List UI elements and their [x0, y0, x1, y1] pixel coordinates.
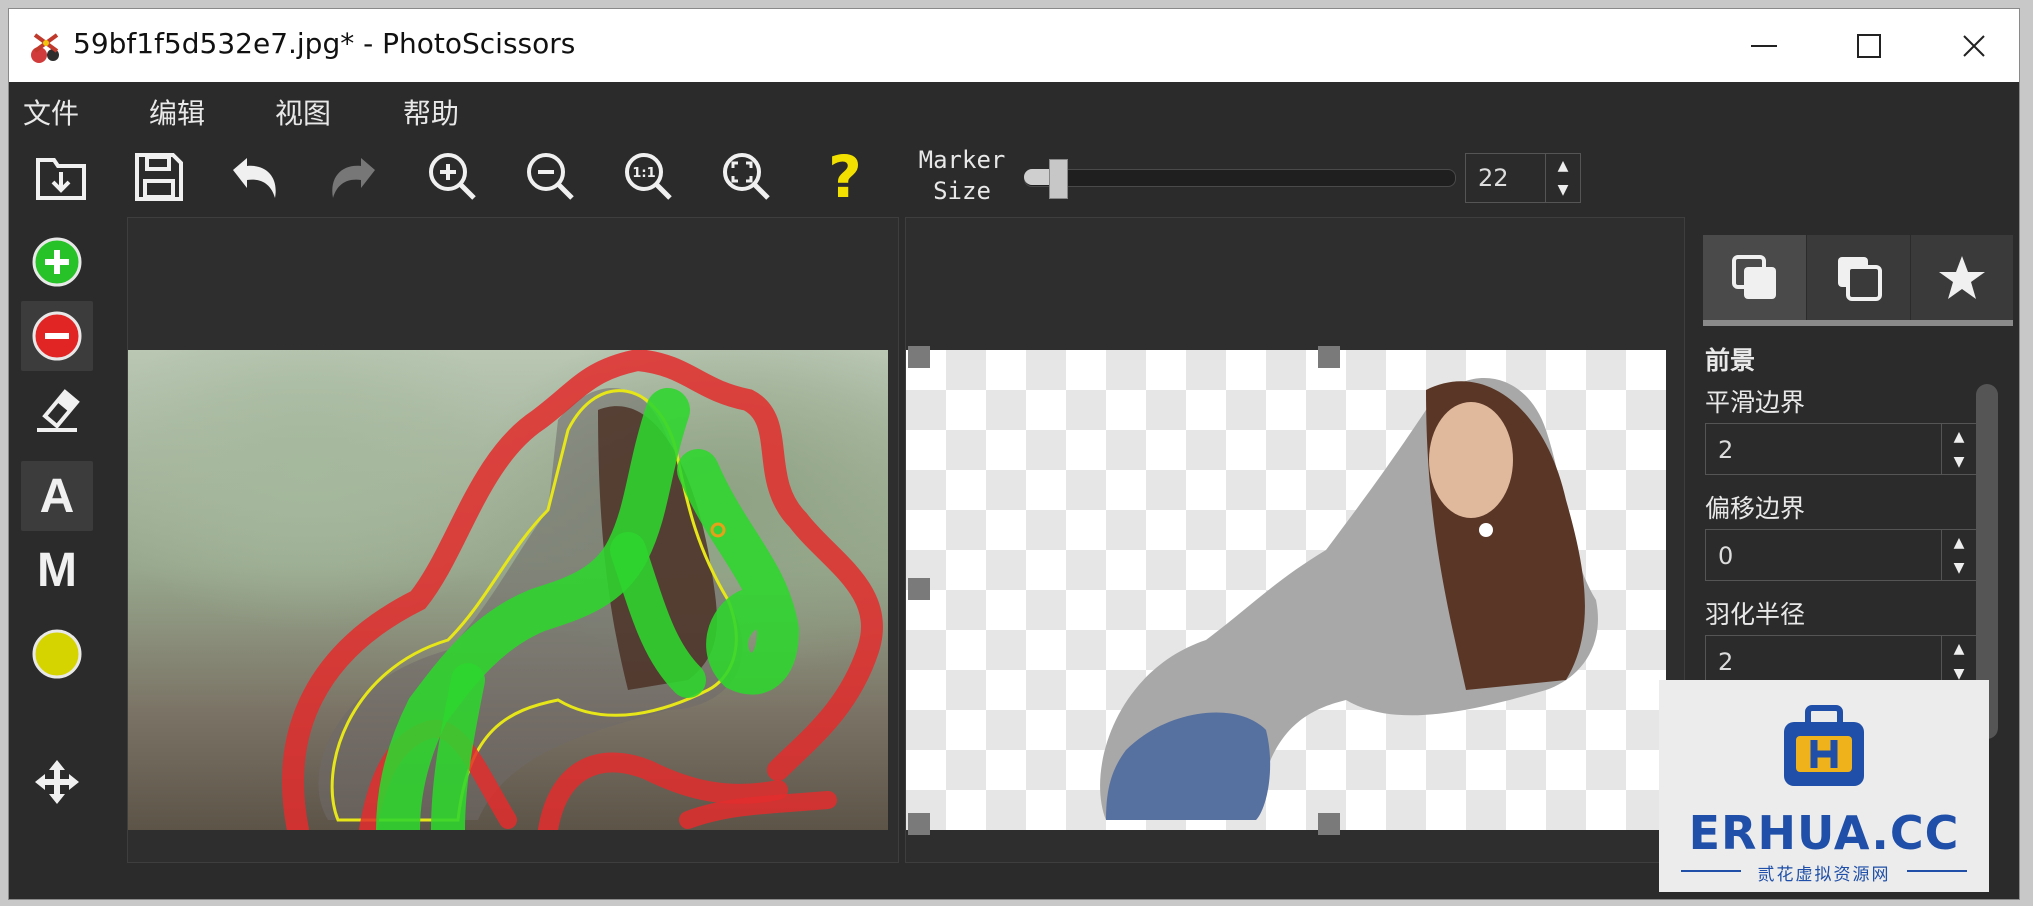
crop-handle-bl[interactable]: [908, 813, 930, 835]
toolbar: 1:1 ? Marker Size 22 ▲ ▼: [9, 137, 2019, 217]
zoom-out-button[interactable]: [519, 145, 583, 209]
zoom-in-icon: [429, 153, 476, 200]
close-button[interactable]: [1919, 9, 2019, 82]
spin-up-icon[interactable]: ▲: [1954, 535, 1965, 551]
marker-size-label: Marker Size: [918, 146, 1006, 205]
marker-color-icon: [32, 629, 82, 679]
background-marker-button[interactable]: [21, 301, 93, 371]
marker-size-slider[interactable]: [1024, 169, 1456, 187]
feather-radius-label: 羽化半径: [1705, 600, 1806, 629]
menu-bar: 文件 编辑 视图 帮助: [9, 82, 2019, 137]
marker-strokes: [282, 350, 883, 830]
maximize-button[interactable]: [1814, 9, 1924, 82]
spin-up-icon[interactable]: ▲: [1954, 641, 1965, 657]
open-icon: [36, 158, 86, 200]
tab-foreground[interactable]: [1703, 235, 1807, 320]
help-icon: ?: [828, 143, 862, 211]
watermark-divider-right: [1907, 870, 1967, 872]
open-button[interactable]: [29, 145, 93, 209]
close-icon: [1963, 34, 1985, 57]
watermark-brand: ERHUA.CC: [1688, 806, 1960, 860]
effects-tab-icon: [1938, 255, 1985, 299]
cutout-preview: [1100, 377, 1598, 820]
spin-up-icon[interactable]: ▲: [1954, 429, 1965, 445]
feather-radius-value: 2: [1718, 648, 1734, 676]
minimize-button[interactable]: [1709, 9, 1819, 82]
background-marker-icon: [32, 311, 82, 361]
save-button[interactable]: [127, 145, 191, 209]
title-bar: 59bf1f5d532e7.jpg* - PhotoScissors: [9, 9, 2019, 82]
smooth-edge-label: 平滑边界: [1705, 388, 1806, 417]
offset-edge-label: 偏移边界: [1705, 494, 1806, 523]
spin-down-icon[interactable]: ▼: [1558, 182, 1569, 198]
smooth-edge-spinbox[interactable]: 2 ▲ ▼: [1705, 423, 1977, 475]
fit-screen-icon: [723, 153, 770, 200]
maximize-icon: [1857, 33, 1881, 58]
svg-text:1:1: 1:1: [632, 166, 655, 181]
spin-down-icon[interactable]: ▼: [1954, 560, 1965, 576]
auto-mode-button[interactable]: A: [21, 461, 93, 531]
eraser-icon: [37, 389, 80, 432]
app-logo-icon: [29, 31, 63, 65]
crop-handle-ml[interactable]: [908, 578, 930, 600]
menu-view[interactable]: 视图: [275, 92, 331, 132]
properties-tabs: [1703, 235, 2014, 326]
tab-effects[interactable]: [1910, 235, 2014, 320]
menu-file[interactable]: 文件: [23, 92, 79, 132]
redo-icon: [332, 158, 375, 198]
move-button[interactable]: [21, 747, 93, 817]
result-canvas[interactable]: [905, 217, 1685, 863]
foreground-marker-icon: [32, 237, 82, 287]
spin-up-icon[interactable]: ▲: [1558, 158, 1569, 174]
left-toolbox: A M: [9, 217, 99, 899]
watermark-logo-icon: [1784, 705, 1864, 786]
marker-size-spinbox[interactable]: 22 ▲ ▼: [1465, 153, 1581, 203]
fit-screen-button[interactable]: [715, 145, 779, 209]
undo-icon: [233, 158, 276, 198]
undo-button[interactable]: [223, 145, 287, 209]
marker-color-button[interactable]: [21, 619, 93, 689]
crop-handle-tl[interactable]: [908, 346, 930, 368]
background-tab-icon: [1837, 256, 1882, 301]
redo-button[interactable]: [321, 145, 385, 209]
window-title: 59bf1f5d532e7.jpg* - PhotoScissors: [73, 27, 576, 60]
menu-help[interactable]: 帮助: [403, 92, 459, 132]
foreground-marker-button[interactable]: [21, 227, 93, 297]
offset-edge-spinbox[interactable]: 0 ▲ ▼: [1705, 529, 1977, 581]
minimize-icon: [1751, 44, 1777, 47]
foreground-tab-icon: [1731, 254, 1776, 299]
crop-handle-bc[interactable]: [1318, 813, 1340, 835]
menu-edit[interactable]: 编辑: [149, 92, 205, 132]
manual-mode-button[interactable]: M: [21, 535, 93, 605]
source-canvas[interactable]: [127, 217, 899, 863]
save-icon: [135, 153, 183, 201]
help-button[interactable]: ?: [813, 143, 877, 211]
auto-mode-icon: A: [39, 469, 75, 523]
marker-size-slider-fill: [1024, 169, 1052, 185]
smooth-edge-value: 2: [1718, 436, 1734, 464]
watermark-sub: 贰花虚拟资源网: [1757, 865, 1891, 885]
eraser-button[interactable]: [21, 375, 93, 445]
zoom-out-icon: [527, 153, 574, 200]
section-title: 前景: [1705, 346, 1756, 375]
spin-down-icon[interactable]: ▼: [1954, 454, 1965, 470]
zoom-in-button[interactable]: [421, 145, 485, 209]
crop-handle-tc[interactable]: [1318, 346, 1340, 368]
marker-size-slider-thumb[interactable]: [1049, 159, 1068, 199]
watermark: ERHUA.CC 贰花虚拟资源网: [1659, 680, 1989, 892]
move-icon: [35, 760, 79, 804]
tab-background[interactable]: [1807, 235, 1911, 320]
actual-size-button[interactable]: 1:1: [617, 145, 681, 209]
marker-size-value: 22: [1478, 164, 1509, 192]
actual-size-icon: 1:1: [625, 153, 672, 200]
manual-mode-icon: M: [37, 543, 77, 597]
offset-edge-value: 0: [1718, 542, 1734, 570]
